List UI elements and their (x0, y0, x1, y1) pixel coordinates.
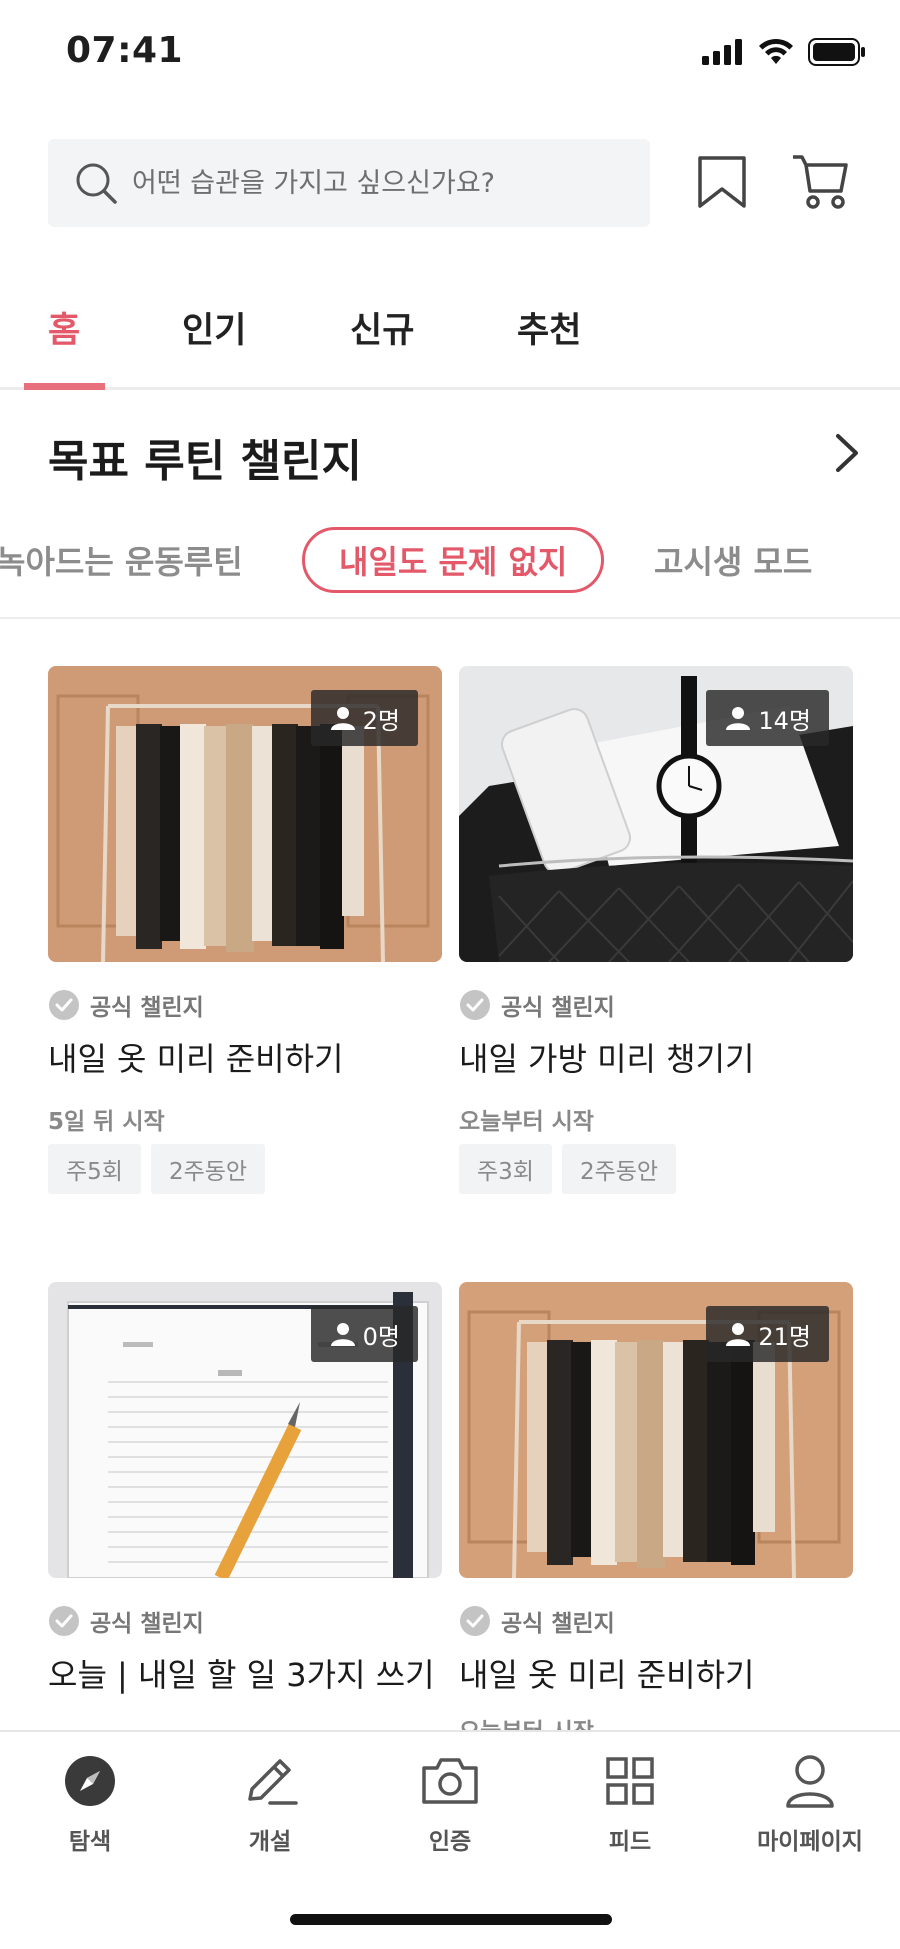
chip-no-problem-tomorrow[interactable]: 내일도 문제 없지 (302, 527, 605, 593)
tab-popular[interactable]: 인기 (182, 302, 246, 353)
home-indicator (290, 1914, 612, 1925)
status-bar: 07:41 (0, 0, 900, 110)
verified-badge-icon (49, 1606, 79, 1636)
grid-icon (606, 1757, 654, 1805)
nav-label: 개설 (248, 1829, 292, 1855)
participant-count-badge: 21명 (706, 1306, 829, 1362)
official-challenge-label: 공식 챌린지 (48, 1604, 204, 1638)
status-time: 07:41 (66, 30, 184, 71)
bag-phone-watch-photo: 14명 (459, 666, 853, 962)
duration-tag: 2주동안 (150, 1144, 266, 1194)
person-icon (726, 707, 751, 730)
section-title: 목표 루틴 챌린지 (48, 436, 362, 487)
official-challenge-label: 공식 챌린지 (459, 988, 615, 1022)
profile-icon (786, 1755, 834, 1808)
verified-badge-icon (460, 990, 490, 1020)
tab-new[interactable]: 신규 (350, 302, 414, 353)
nav-label: 피드 (608, 1829, 652, 1855)
person-icon (330, 1323, 355, 1346)
card-title: 내일 옷 미리 준비하기 (459, 1656, 755, 1694)
tab-home[interactable]: 홈 (48, 302, 80, 353)
status-icons (702, 38, 866, 66)
nav-label: 인증 (428, 1829, 472, 1855)
challenge-card[interactable]: 14명 공식 챌린지 내일 가방 미리 챙기기 오늘부터 시작 주3회 2주동안 (459, 666, 853, 1206)
routine-chips: 녹아드는 운동루틴 내일도 문제 없지 고시생 모드 (0, 523, 900, 619)
frequency-tag: 주5회 (48, 1144, 141, 1194)
chip-exam-mode[interactable]: 고시생 모드 (654, 527, 812, 593)
pencil-icon (248, 1759, 298, 1805)
cart-icon (793, 155, 848, 209)
chip-exercise-routine[interactable]: 녹아드는 운동루틴 (0, 527, 243, 593)
official-challenge-label: 공식 챌린지 (48, 988, 204, 1022)
person-icon (726, 1323, 751, 1346)
cart-button[interactable] (788, 150, 852, 214)
nav-label: 마이페이지 (757, 1829, 863, 1855)
section-more-button[interactable] (822, 428, 872, 478)
participant-count: 14명 (758, 706, 811, 735)
nav-explore[interactable]: 탐색 (15, 1752, 165, 1856)
cellular-signal-icon (702, 39, 742, 65)
card-tags: 주3회 2주동안 (459, 1144, 677, 1194)
card-start-info: 오늘부터 시작 (459, 1109, 594, 1135)
card-title: 오늘 | 내일 할 일 3가지 쓰기 (48, 1656, 435, 1694)
search-bar[interactable] (48, 139, 650, 227)
card-start-info: 5일 뒤 시작 (48, 1109, 165, 1135)
wifi-icon (759, 38, 793, 64)
card-title: 내일 옷 미리 준비하기 (48, 1040, 344, 1078)
card-start-info: 오늘부터 시작 (459, 1712, 594, 1730)
participant-count-badge: 0명 (310, 1306, 418, 1362)
nav-create[interactable]: 개설 (195, 1752, 345, 1856)
clothes-rack-photo: 21명 (459, 1282, 853, 1578)
planner-pencil-photo: 0명 (48, 1282, 442, 1578)
challenge-card[interactable]: 0명 공식 챌린지 오늘 | 내일 할 일 3가지 쓰기 (48, 1282, 442, 1730)
clothes-rack-photo: 2명 (48, 666, 442, 962)
active-tab-indicator (24, 383, 105, 390)
chevron-right-icon (836, 434, 858, 472)
camera-icon (422, 1758, 478, 1804)
bookmark-button[interactable] (690, 150, 754, 214)
verified-badge-icon (460, 1606, 490, 1636)
participant-count: 21명 (758, 1322, 811, 1351)
search-icon (76, 163, 117, 204)
nav-verify[interactable]: 인증 (375, 1752, 525, 1856)
compass-icon (65, 1756, 115, 1806)
card-title: 내일 가방 미리 챙기기 (459, 1040, 755, 1078)
participant-count: 0명 (362, 1322, 400, 1351)
tab-recommended[interactable]: 추천 (517, 302, 581, 353)
official-challenge-label: 공식 챌린지 (459, 1604, 615, 1638)
frequency-tag: 주3회 (459, 1144, 552, 1194)
participant-count: 2명 (362, 706, 400, 735)
battery-icon (808, 38, 865, 66)
category-tabs: 홈 인기 신규 추천 (0, 290, 900, 390)
participant-count-badge: 14명 (706, 690, 829, 746)
nav-feed[interactable]: 피드 (555, 1752, 705, 1856)
bookmark-icon (698, 156, 746, 208)
nav-label: 탐색 (68, 1829, 112, 1855)
challenge-card[interactable]: 2명 공식 챌린지 내일 옷 미리 준비하기 5일 뒤 시작 주5회 2주동안 (48, 666, 442, 1206)
person-icon (330, 707, 355, 730)
nav-mypage[interactable]: 마이페이지 (735, 1752, 885, 1856)
card-tags: 주5회 2주동안 (48, 1144, 266, 1194)
duration-tag: 2주동안 (561, 1144, 677, 1194)
challenge-card[interactable]: 21명 공식 챌린지 내일 옷 미리 준비하기 오늘부터 시작 (459, 1282, 853, 1730)
participant-count-badge: 2명 (310, 690, 418, 746)
search-input[interactable] (132, 167, 632, 199)
verified-badge-icon (49, 990, 79, 1020)
